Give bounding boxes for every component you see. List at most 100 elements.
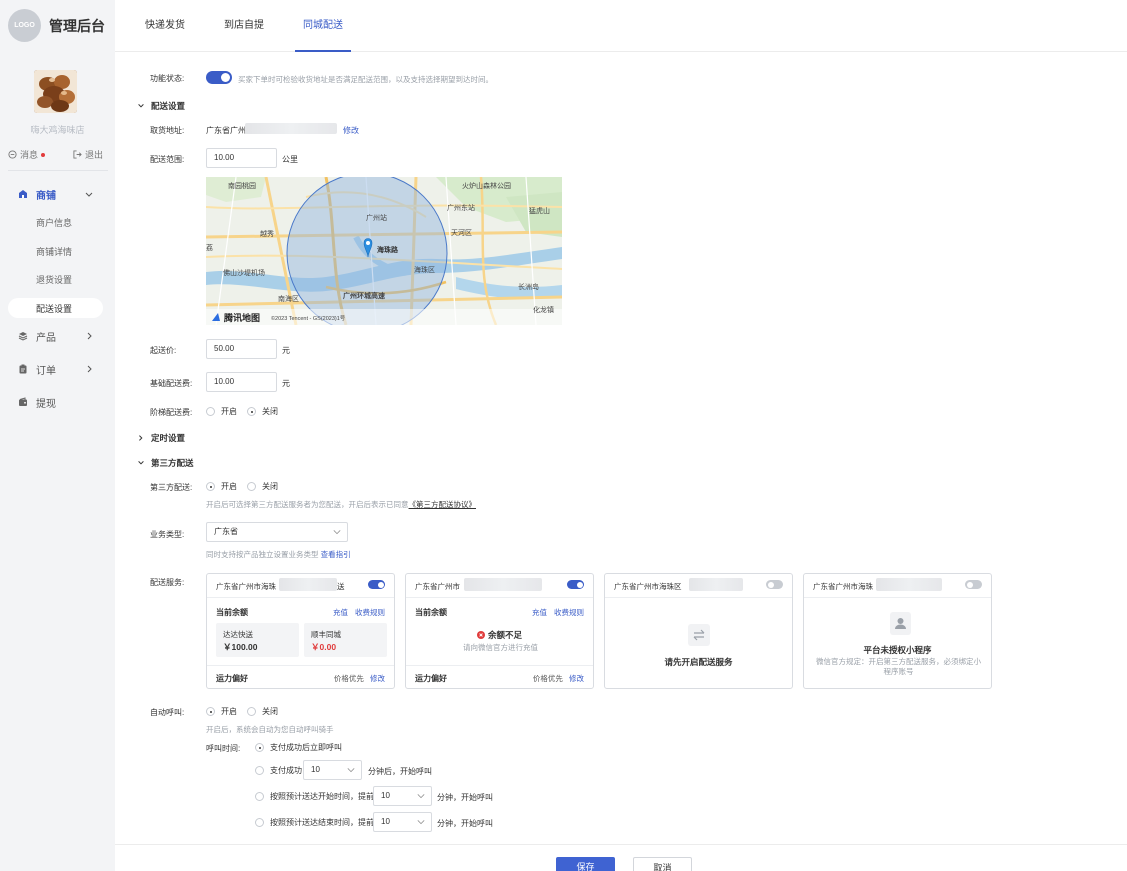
redacted-address: [876, 578, 942, 591]
card-service-toggle[interactable]: [965, 580, 982, 589]
sidebar: LOGO 管理后台 嗨大鸡海味店 消息 退出 商铺 商户信息 商铺详情 退货设置…: [0, 0, 115, 871]
biz-type-label: 业务类型:: [150, 530, 185, 539]
call-after-pay-suffix: 分钟后，开始呼叫: [368, 767, 432, 776]
app-title: 管理后台: [49, 17, 105, 34]
tab-local-delivery[interactable]: 同城配送: [295, 0, 351, 52]
warn-sub: 请向微信官方进行充值: [463, 643, 538, 652]
card-service-toggle[interactable]: [567, 580, 584, 589]
carrier-balance: ￥0.00: [311, 642, 337, 652]
third-party-toggle[interactable]: 第三方配送: [137, 457, 194, 469]
service-card-3: 广东省广州市海珠区 请先开启配送服务: [604, 573, 793, 689]
auto-call-off-radio[interactable]: 关闭: [247, 706, 278, 717]
base-fee-input[interactable]: 10.00: [206, 372, 277, 392]
delivery-range-map[interactable]: 南园桃园 火炉山森林公园 广州东站 猛虎山 广州站 天河区 荔 越秀 佛山沙堤机…: [206, 177, 562, 325]
sidebar-item-orders[interactable]: 订单: [8, 359, 106, 379]
card-service-toggle[interactable]: [368, 580, 385, 589]
third-party-hint: 开启后可选择第三方配送服务者为您配送，开启后表示已同意《第三方配送协议》: [206, 499, 476, 510]
card-service-toggle[interactable]: [766, 580, 783, 589]
sidebar-sub-shop-detail[interactable]: 商铺详情: [8, 241, 103, 261]
feature-status-hint: 买家下单时可检验收货地址是否满足配送范围，以及支持选择期望到达时间。: [238, 75, 493, 84]
min-price-input[interactable]: 50.00: [206, 339, 277, 359]
carrier-name: 顺丰同城: [311, 630, 341, 639]
fee-rule-link[interactable]: 收费规则: [554, 608, 584, 617]
map-label: 长洲岛: [518, 284, 539, 291]
messages-link[interactable]: 消息: [8, 148, 46, 161]
biz-type-select[interactable]: 广东省: [206, 522, 348, 542]
timed-settings-title: 定时设置: [151, 433, 186, 443]
map-copyright: ©2023 Tencent - GS(2023)1号: [271, 316, 346, 322]
tier-fee-off-radio[interactable]: 关闭: [247, 406, 278, 417]
capacity-pref-edit[interactable]: 修改: [370, 674, 385, 683]
third-party-title: 第三方配送: [151, 458, 194, 468]
map-label: 天河区: [451, 230, 472, 237]
radio-label: 开启: [221, 482, 237, 491]
third-party-agreement-link[interactable]: 《第三方配送协议》: [409, 500, 477, 509]
message-icon: [8, 150, 17, 159]
third-party-off-radio[interactable]: 关闭: [247, 481, 278, 492]
call-time-after-pay-radio[interactable]: 支付成功: [255, 765, 302, 776]
service-card-1: 广东省广州市海珠 送 当前余额 充值 收费规则 达达快送 ￥100.00 顺丰同城…: [206, 573, 395, 689]
sidebar-sub-merchant-info[interactable]: 商户信息: [8, 212, 103, 232]
card-header: 广东省广州市: [406, 574, 593, 598]
third-party-hint-text: 开启后可选择第三方配送服务者为您配送，开启后表示已同意: [206, 500, 409, 509]
call-before-end-select[interactable]: 10: [373, 812, 432, 832]
third-party-label: 第三方配送:: [150, 483, 193, 492]
store-icon: [19, 190, 27, 198]
card-address-tail: 送: [337, 582, 345, 591]
call-time-before-end-radio[interactable]: 按照预计送达结束时间，提前: [255, 817, 374, 828]
tier-fee-on-radio[interactable]: 开启: [206, 406, 237, 417]
avatar[interactable]: [34, 70, 77, 113]
redacted-address: [689, 578, 743, 591]
sidebar-item-label: 产品: [36, 332, 56, 344]
sidebar-item-label: 商铺: [36, 190, 56, 202]
capacity-pref-edit[interactable]: 修改: [569, 674, 584, 683]
capacity-pref: 价格优先 修改: [533, 673, 584, 684]
call-after-pay-select[interactable]: 10: [303, 760, 362, 780]
third-party-on-radio[interactable]: 开启: [206, 481, 237, 492]
range-label: 配送范围:: [150, 155, 185, 164]
chevron-down-icon: [138, 461, 144, 465]
redacted-address: [279, 578, 337, 591]
capacity-pref-value: 价格优先: [333, 674, 364, 683]
balance-box-dada: 达达快送 ￥100.00: [216, 623, 299, 657]
delivery-settings-toggle[interactable]: 配送设置: [137, 100, 185, 112]
chevron-down-icon: [417, 820, 425, 825]
sidebar-sub-return-settings[interactable]: 退货设置: [8, 269, 103, 289]
redacted-address: [245, 123, 337, 134]
call-before-start-select[interactable]: 10: [373, 786, 432, 806]
range-input[interactable]: 10.00: [206, 148, 277, 168]
service-card-4: 广东省广州市海珠 平台未授权小程序 微信官方规定：开启第三方配送服务，必须绑定小…: [803, 573, 992, 689]
card-address: 广东省广州市海珠区: [614, 582, 682, 591]
sidebar-item-products[interactable]: 产品: [8, 326, 106, 346]
map-label: 海珠路: [377, 247, 398, 254]
map-label: 化龙镇: [533, 307, 554, 314]
brand: LOGO 管理后台: [8, 9, 105, 42]
sidebar-item-shop[interactable]: 商铺: [8, 184, 106, 204]
feature-status-toggle[interactable]: [206, 71, 232, 84]
tab-store-pickup[interactable]: 到店自提: [216, 0, 272, 52]
biz-type-guide-link[interactable]: 查看指引: [321, 550, 351, 559]
radio-label: 关闭: [262, 407, 278, 416]
sidebar-sub-delivery-settings[interactable]: 配送设置: [8, 298, 103, 318]
map-label: 南园桃园: [228, 183, 256, 190]
tab-express[interactable]: 快递发货: [137, 0, 193, 52]
recharge-link[interactable]: 充值: [333, 608, 348, 617]
recharge-link[interactable]: 充值: [532, 608, 547, 617]
fee-rule-link[interactable]: 收费规则: [355, 608, 385, 617]
call-time-immediate-radio[interactable]: 支付成功后立即呼叫: [255, 742, 342, 753]
logout-link[interactable]: 退出: [73, 148, 103, 161]
radio-label: 关闭: [262, 707, 278, 716]
call-time-before-start-radio[interactable]: 按照预计送达开始时间，提前: [255, 791, 374, 802]
auto-call-on-radio[interactable]: 开启: [206, 706, 237, 717]
card-address: 广东省广州市海珠: [813, 582, 873, 591]
timed-settings-toggle[interactable]: 定时设置: [137, 432, 185, 444]
pickup-address-edit[interactable]: 修改: [343, 125, 359, 136]
sidebar-item-withdraw[interactable]: 提现: [8, 392, 106, 412]
footer-bar: [115, 844, 1127, 871]
cancel-button[interactable]: 取消: [633, 857, 692, 871]
balance-title: 当前余额: [216, 608, 248, 617]
feature-status-label: 功能状态:: [150, 74, 185, 83]
select-value: 10: [381, 791, 390, 800]
select-value: 10: [311, 765, 320, 774]
save-button[interactable]: 保存: [556, 857, 615, 871]
